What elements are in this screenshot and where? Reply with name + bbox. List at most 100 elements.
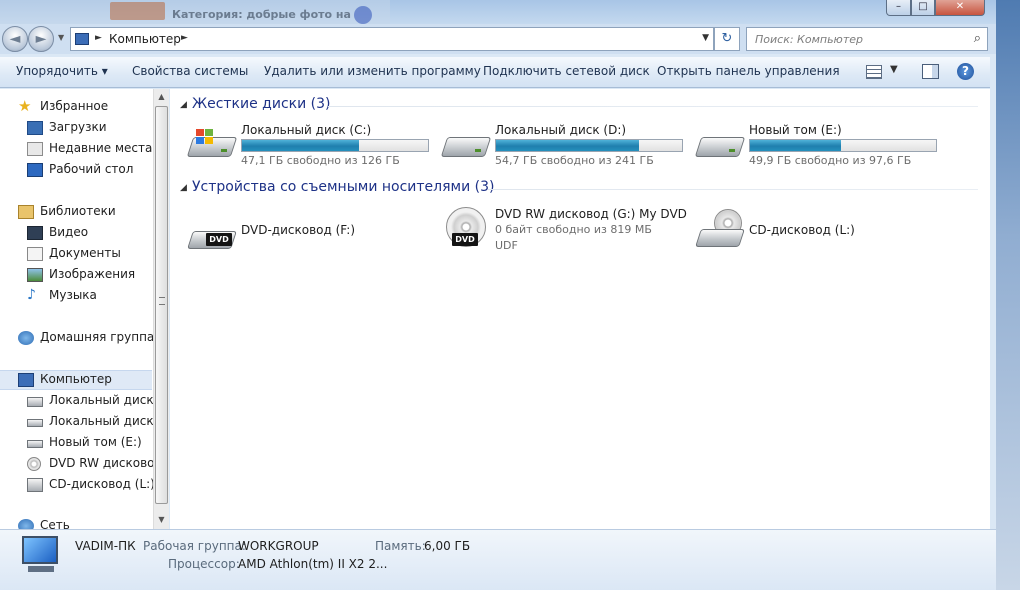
windows-logo-icon <box>196 129 214 145</box>
drive-f[interactable]: DVD DVD-дисковод (F:) <box>187 211 438 263</box>
view-options-icon[interactable] <box>866 65 882 79</box>
drive-name: Локальный диск (D:) <box>495 123 627 137</box>
group-title: Устройства со съемными носителями (3) <box>192 179 495 195</box>
drive-g[interactable]: DVD DVD RW дисковод (G:) My DVD 0 байт с… <box>442 207 692 257</box>
group-divider <box>328 106 978 107</box>
computer-icon <box>18 536 62 576</box>
nav-label: Новый том (E:) <box>49 435 142 449</box>
usage-bar <box>241 139 429 152</box>
drive-l[interactable]: CD-дисковод (L:) <box>695 209 946 261</box>
search-input[interactable]: Поиск: Компьютер ⌕ <box>746 27 988 51</box>
star-icon: ★ <box>18 97 32 115</box>
libraries-icon <box>18 205 34 219</box>
usage-bar <box>749 139 937 152</box>
scrollbar-thumb[interactable] <box>155 106 168 504</box>
group-divider <box>488 189 978 190</box>
address-bar[interactable]: ► Компьютер ► ▼ <box>70 27 714 51</box>
nav-label: Документы <box>49 246 121 260</box>
nav-label: Сеть <box>40 518 70 529</box>
history-dropdown-icon[interactable]: ▼ <box>58 33 64 42</box>
close-button[interactable]: ✕ <box>935 0 985 16</box>
organize-button[interactable]: Упорядочить ▾ <box>16 64 108 78</box>
background-dot-icon <box>354 6 372 24</box>
scroll-up-icon[interactable]: ▲ <box>154 89 169 104</box>
computer-icon <box>18 373 34 387</box>
drive-d[interactable]: Локальный диск (D:) 54,7 ГБ свободно из … <box>440 123 692 173</box>
downloads-folder-icon <box>27 121 43 135</box>
drive-e[interactable]: Новый том (E:) 49,9 ГБ свободно из 97,6 … <box>694 123 946 173</box>
maximize-button[interactable]: □ <box>911 0 935 16</box>
dvd-disc-icon <box>27 457 41 471</box>
collapse-triangle-icon[interactable]: ◢ <box>180 100 187 110</box>
explorer-window: Категория: добрые фото на – □ ✕ ◄ ► ▼ ► … <box>0 0 996 590</box>
open-control-panel-button[interactable]: Открыть панель управления <box>657 64 840 78</box>
minimize-button[interactable]: – <box>886 0 911 16</box>
nav-label: Видео <box>49 225 89 239</box>
video-icon <box>27 226 43 240</box>
system-properties-button[interactable]: Свойства системы <box>132 64 248 78</box>
dvd-drive-icon: DVD <box>187 211 237 255</box>
drive-free-space: 54,7 ГБ свободно из 241 ГБ <box>495 154 654 167</box>
nav-label: Домашняя группа <box>40 330 155 344</box>
computer-icon <box>75 33 89 45</box>
preview-pane-icon[interactable] <box>922 64 939 79</box>
breadcrumb-arrow-icon[interactable]: ► <box>181 33 188 43</box>
recent-places-icon <box>27 142 43 156</box>
drive-free-space: 49,9 ГБ свободно из 97,6 ГБ <box>749 154 912 167</box>
drive-name: CD-дисковод (L:) <box>749 223 855 237</box>
drive-c[interactable]: Локальный диск (C:) 47,1 ГБ свободно из … <box>186 123 438 173</box>
hard-drive-icon <box>694 133 746 159</box>
help-icon[interactable]: ? <box>957 63 974 80</box>
nav-label: Загрузки <box>49 120 107 134</box>
background-window-text: Категория: добрые фото на <box>172 8 351 21</box>
memory-value: 6,00 ГБ <box>424 539 471 553</box>
network-icon <box>18 519 34 529</box>
content-area: ◢ Жесткие диски (3) Локальный диск (C:) … <box>170 89 990 529</box>
cd-drive-icon <box>27 478 43 492</box>
nav-label: DVD RW дисковод ( <box>49 456 168 470</box>
scroll-down-icon[interactable]: ▼ <box>154 512 169 527</box>
nav-label: Недавние места <box>49 141 153 155</box>
nav-label: Изображения <box>49 267 136 281</box>
navigation-scrollbar[interactable]: ▲ ▼ <box>153 89 169 529</box>
nav-label: Библиотеки <box>40 204 116 218</box>
search-placeholder: Поиск: Компьютер <box>755 33 863 46</box>
grip-icon <box>159 297 165 305</box>
refresh-button[interactable]: ↻ <box>714 27 740 51</box>
hard-drive-icon <box>186 129 238 159</box>
map-network-drive-button[interactable]: Подключить сетевой диск <box>483 64 650 78</box>
title-bar[interactable]: Категория: добрые фото на – □ ✕ <box>0 0 996 24</box>
drive-name: Новый том (E:) <box>749 123 842 137</box>
usage-bar <box>495 139 683 152</box>
navigation-bar: ◄ ► ▼ ► Компьютер ► ▼ ↻ Поиск: Компьютер… <box>0 24 996 54</box>
dvd-rw-drive-icon: DVD <box>442 205 488 249</box>
nav-label: Музыка <box>49 288 97 302</box>
pictures-icon <box>27 268 43 282</box>
usage-fill <box>242 140 360 151</box>
hard-drive-icon <box>440 133 492 159</box>
collapse-triangle-icon[interactable]: ◢ <box>180 183 187 193</box>
nav-label: Локальный диск (C <box>49 393 168 407</box>
forward-button[interactable]: ► <box>28 26 54 52</box>
uninstall-program-button[interactable]: Удалить или изменить программу <box>264 64 481 78</box>
usage-fill <box>496 140 640 151</box>
drive-free-space: 47,1 ГБ свободно из 126 ГБ <box>241 154 400 167</box>
drive-filesystem: UDF <box>495 239 518 252</box>
computer-name: VADIM-ПК <box>75 539 136 553</box>
group-title: Жесткие диски (3) <box>192 96 331 112</box>
desktop-background <box>996 0 1020 590</box>
breadcrumb-computer[interactable]: Компьютер <box>109 32 181 46</box>
breadcrumb-arrow-icon[interactable]: ► <box>95 33 102 43</box>
chevron-down-icon[interactable]: ▼ <box>890 64 898 75</box>
details-pane: VADIM-ПК Рабочая группа: WORKGROUP Памят… <box>0 529 996 590</box>
usage-fill <box>750 140 842 151</box>
search-icon[interactable]: ⌕ <box>974 31 981 46</box>
navigation-pane: ★ Избранное Загрузки Недавние места Рабо… <box>0 89 168 529</box>
chevron-down-icon[interactable]: ▼ <box>702 33 709 43</box>
nav-label: Компьютер <box>40 372 112 386</box>
drive-name: DVD RW дисковод (G:) My DVD <box>495 207 687 221</box>
back-button[interactable]: ◄ <box>2 26 28 52</box>
drive-name: Локальный диск (C:) <box>241 123 372 137</box>
nav-label: Рабочий стол <box>49 162 134 176</box>
background-thumbnail <box>110 2 165 20</box>
